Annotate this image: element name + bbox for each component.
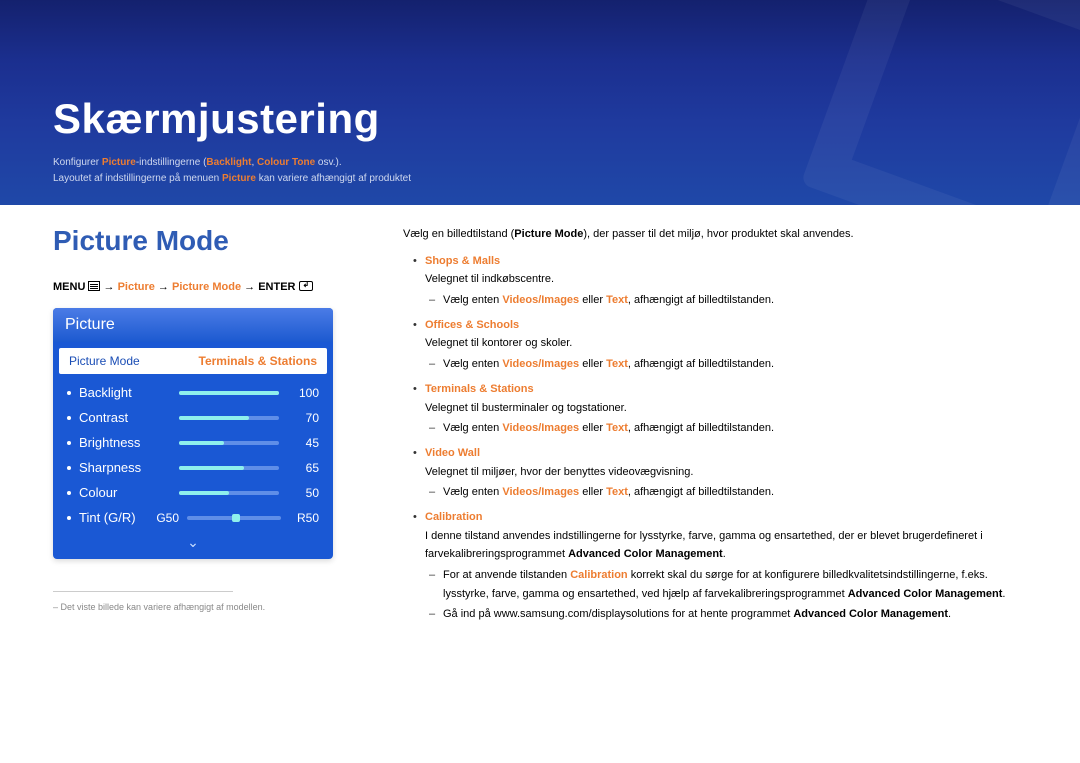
intro-text: Vælg en billedtilstand (Picture Mode), d… <box>403 225 1023 244</box>
menu-icon <box>88 281 100 291</box>
enter-icon <box>299 281 313 291</box>
description-column: Vælg en billedtilstand (Picture Mode), d… <box>403 225 1023 630</box>
slider-brightness[interactable] <box>179 441 279 445</box>
slider-colour[interactable] <box>179 491 279 495</box>
osd-item-colour[interactable]: Colour 50 <box>53 480 333 505</box>
osd-header: Picture <box>53 308 333 342</box>
slider-sharpness[interactable] <box>179 466 279 470</box>
mode-shops: Shops & Malls Velegnet til indkøbscentre… <box>403 252 1023 310</box>
slider-contrast[interactable] <box>179 416 279 420</box>
osd-item-brightness[interactable]: Brightness 45 <box>53 430 333 455</box>
osd-picture-mode-value: Terminals & Stations <box>199 354 317 368</box>
osd-picture-mode-label: Picture Mode <box>69 354 140 368</box>
footnote: Det viste billede kan variere afhængigt … <box>53 602 363 612</box>
menu-path: MENU → Picture → Picture Mode → ENTER <box>53 281 363 293</box>
osd-panel: Picture Picture Mode Terminals & Station… <box>53 308 333 559</box>
divider <box>53 591 233 592</box>
page-banner: Skærmjustering Konfigurer Picture-indsti… <box>0 0 1080 205</box>
section-heading: Picture Mode <box>53 225 363 257</box>
chevron-down-icon[interactable]: ⌄ <box>53 530 333 551</box>
slider-tint[interactable] <box>187 516 281 520</box>
mode-terminals: Terminals & Stations Velegnet til buster… <box>403 380 1023 438</box>
mode-offices: Offices & Schools Velegnet til kontorer … <box>403 316 1023 374</box>
mode-calibration: Calibration I denne tilstand anvendes in… <box>403 508 1023 624</box>
osd-item-contrast[interactable]: Contrast 70 <box>53 405 333 430</box>
mode-videowall: Video Wall Velegnet til miljøer, hvor de… <box>403 444 1023 502</box>
osd-item-tint[interactable]: Tint (G/R) G50 R50 <box>53 505 333 530</box>
osd-item-backlight[interactable]: Backlight 100 <box>53 380 333 405</box>
osd-picture-mode-row[interactable]: Picture Mode Terminals & Stations <box>59 348 327 374</box>
slider-backlight[interactable] <box>179 391 279 395</box>
osd-item-sharpness[interactable]: Sharpness 65 <box>53 455 333 480</box>
